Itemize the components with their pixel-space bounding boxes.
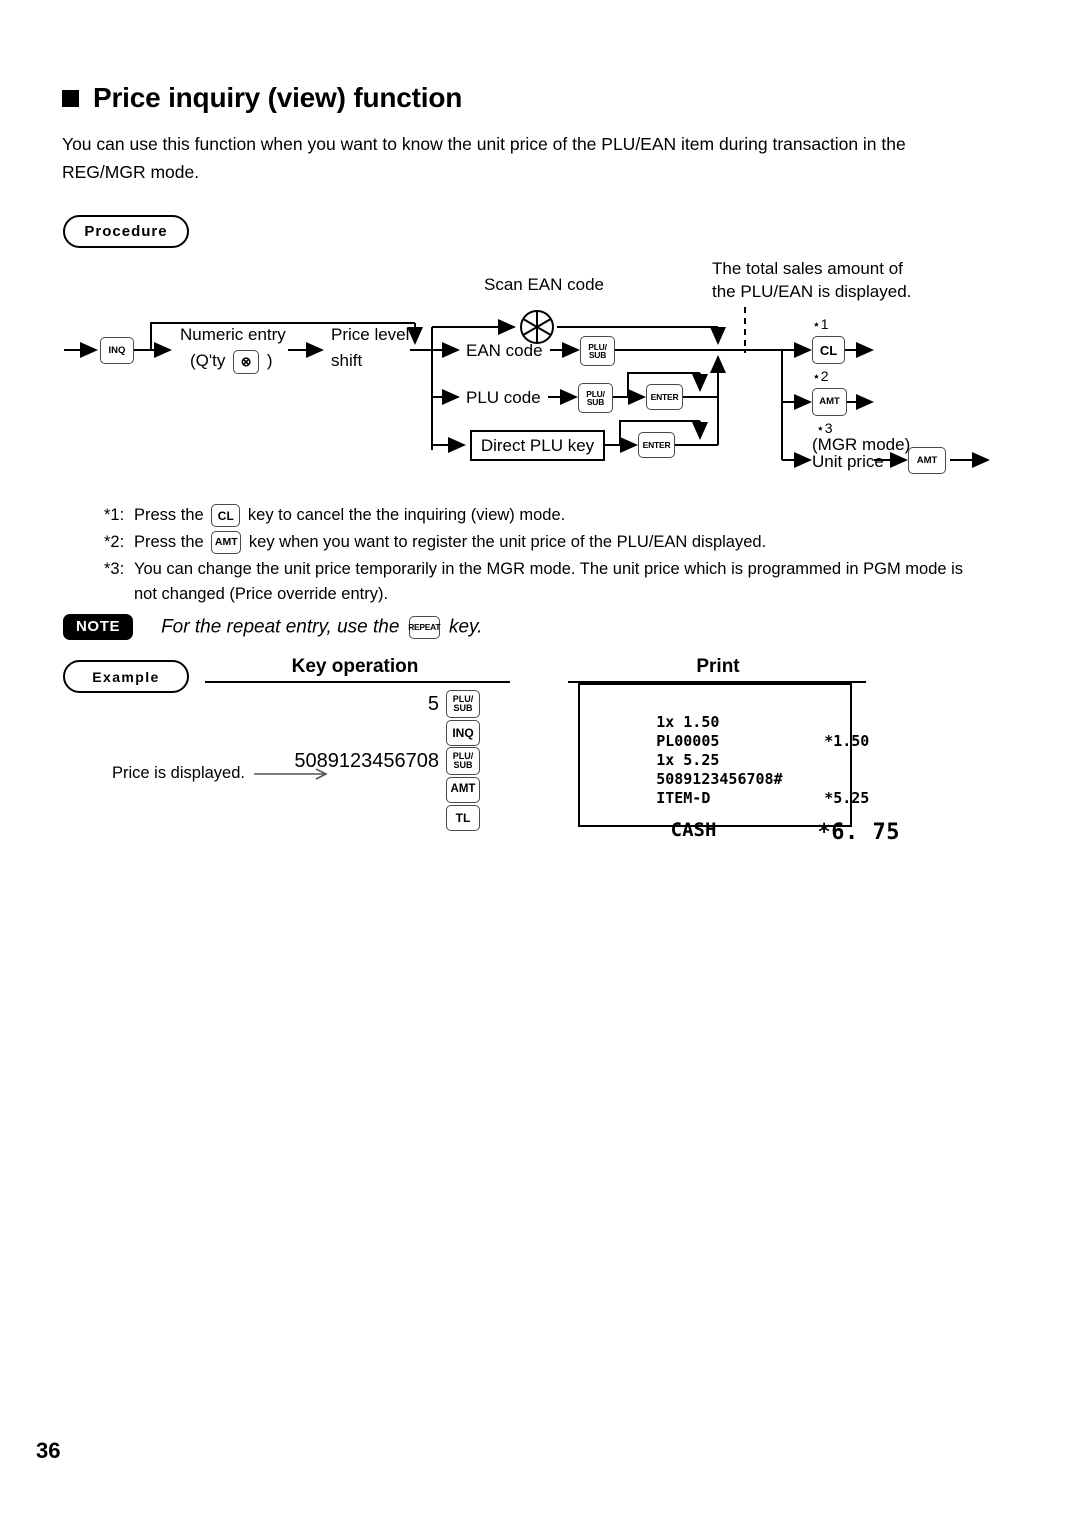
cl-key-icon-inline: CL [211, 504, 241, 528]
inq-key-icon: INQ [100, 337, 134, 364]
key-operation-row: INQ [300, 719, 480, 746]
footnote-text: Press the CL key to cancel the the inqui… [134, 503, 964, 528]
footnote-text: Press the AMT key when you want to regis… [134, 530, 964, 555]
section-heading: Price inquiry (view) function [62, 82, 462, 114]
key-operation-row: TL [300, 804, 480, 831]
procedure-flow-diagram: INQ Numeric entry (Q'ty ⊗ ) Price level … [0, 245, 1080, 490]
footnote-marker-2: ⋆2 [812, 368, 829, 384]
receipt-total-value: *6. 75 [817, 820, 900, 845]
inq-key-icon: INQ [446, 719, 480, 746]
receipt-print-sample: 1x 1.50 PL00005 *1.50 1x 5.25 5089123456… [578, 683, 899, 845]
amt-key-icon-2: AMT [908, 447, 946, 474]
note-text: For the repeat entry, use the REPEAT key… [161, 615, 483, 639]
plu-sub-key-icon-2: PLU/ SUB [578, 383, 613, 413]
tl-key-icon: TL [446, 804, 480, 831]
plu-code-label: PLU code [466, 388, 541, 407]
footnote-item: *1: Press the CL key to cancel the the i… [104, 503, 964, 528]
plu-sub-key-icon: PLU/ SUB [446, 747, 480, 775]
intro-paragraph: You can use this function when you want … [62, 134, 906, 182]
amt-key-icon-1: AMT [812, 388, 847, 416]
unit-price-label: Unit price [812, 452, 884, 471]
plu-sub-key-icon-1: PLU/ SUB [580, 336, 615, 366]
procedure-label: Procedure [63, 215, 189, 248]
ean-code-label: EAN code [466, 341, 543, 360]
price-level-shift-label: Price level [331, 325, 410, 344]
direct-plu-key-box: Direct PLU key [470, 430, 605, 461]
footnote-mark: *2: [104, 533, 125, 551]
footnote-mark: *3: [104, 560, 125, 578]
key-operation-header: Key operation [291, 656, 419, 677]
key-operation-row: 5 PLU/ SUB [300, 690, 480, 718]
plu-sub-key-icon: PLU/ SUB [446, 690, 480, 718]
footnote-item: *2: Press the AMT key when you want to r… [104, 530, 964, 555]
repeat-key-icon: REPEAT [408, 615, 441, 639]
note-callout: NOTE For the repeat entry, use the REPEA… [63, 614, 482, 640]
amt-key-icon-inline: AMT [211, 531, 242, 555]
footnote-marker-1: ⋆1 [812, 316, 829, 332]
multiply-key-icon: ⊗ [233, 349, 260, 374]
price-level-shift-label-2: shift [331, 351, 363, 370]
total-sales-note-line2: the PLU/EAN is displayed. [712, 282, 912, 301]
footnote-list: *1: Press the CL key to cancel the the i… [104, 503, 964, 609]
document-page: Price inquiry (view) function You can us… [0, 0, 1080, 1526]
cl-key-icon: CL [812, 336, 845, 364]
bullet-square-icon [62, 89, 79, 107]
receipt-amount: *1.50 [824, 732, 870, 750]
receipt-total-label: CASH [670, 819, 717, 841]
annotation-arrow-icon [253, 767, 328, 780]
footnote-text: You can change the unit price temporaril… [134, 560, 964, 603]
enter-key-icon-2: ENTER [638, 432, 675, 458]
total-sales-note-line1: The total sales amount of [712, 259, 903, 278]
example-label: Example [63, 660, 189, 693]
qty-label: (Q'ty ⊗ ) [190, 349, 273, 374]
scan-ean-label: Scan EAN code [484, 275, 605, 294]
amt-key-icon: AMT [446, 776, 480, 803]
footnote-mark: *1: [104, 506, 125, 524]
numeric-entry-label: Numeric entry [180, 325, 286, 344]
enter-key-icon-1: ENTER [646, 384, 683, 410]
print-header: Print [696, 656, 740, 677]
note-badge: NOTE [63, 614, 134, 640]
price-displayed-annotation: Price is displayed. [112, 764, 334, 783]
key-operation-rule [205, 681, 510, 683]
key-operation-value: 5 [427, 692, 439, 715]
page-number: 36 [36, 1438, 61, 1463]
footnote-item: *3: You can change the unit price tempor… [104, 557, 964, 607]
page-title: Price inquiry (view) function [93, 82, 463, 113]
